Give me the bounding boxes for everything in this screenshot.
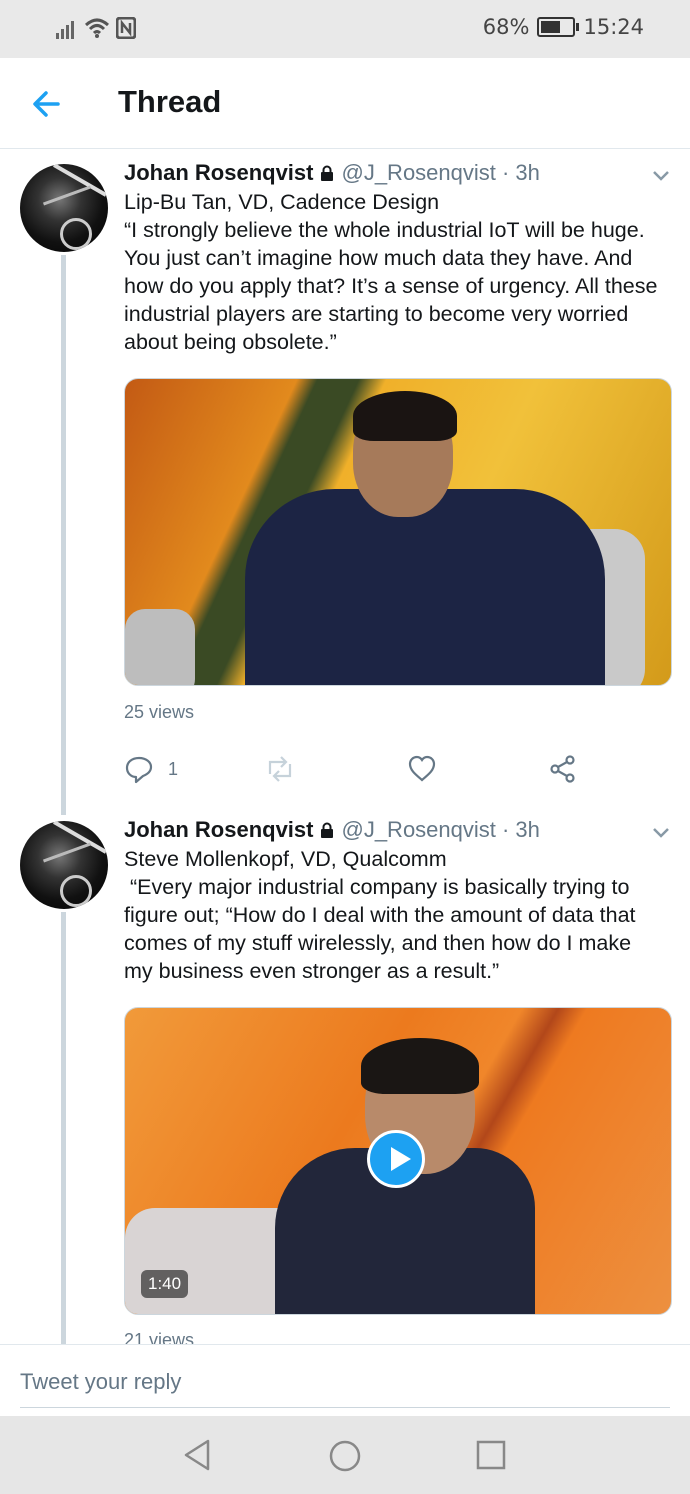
battery-percent: 68%	[482, 15, 530, 39]
reply-count: 1	[168, 758, 179, 779]
author-handle: @J_Rosenqvist · 3h	[341, 817, 540, 842]
clock: 15:24	[583, 15, 644, 39]
status-icons	[56, 17, 136, 39]
play-icon[interactable]	[367, 1130, 425, 1188]
tweet-video[interactable]: 1:40	[124, 1007, 672, 1315]
back-nav-icon[interactable]	[182, 1438, 212, 1472]
tweet-header: Johan Rosenqvist @J_Rosenqvist · 3h	[124, 817, 540, 843]
video-duration: 1:40	[141, 1270, 189, 1298]
reply-input[interactable]: Tweet your reply	[20, 1369, 181, 1395]
avatar[interactable]	[20, 164, 108, 252]
thread-connector	[61, 255, 66, 815]
chevron-down-icon[interactable]	[650, 821, 672, 843]
chevron-down-icon[interactable]	[650, 164, 672, 186]
tweet-actions: 1	[124, 754, 644, 788]
tweet-video[interactable]	[124, 378, 672, 686]
reply-button[interactable]: 1	[124, 754, 178, 784]
status-bar: 68% 15:24	[0, 0, 690, 58]
arrow-left-icon[interactable]	[28, 84, 68, 124]
nfc-icon	[116, 17, 136, 39]
battery-level	[541, 21, 561, 33]
lock-icon	[321, 822, 334, 838]
signal-icon	[56, 21, 74, 39]
wifi-icon	[84, 18, 110, 38]
reply-icon	[125, 756, 153, 784]
app-header: Thread	[0, 58, 690, 149]
share-icon	[550, 755, 575, 783]
like-button[interactable]	[407, 754, 437, 784]
heart-icon	[408, 755, 436, 782]
tweet-text: Steve Mollenkopf, VD, Qualcomm “Every ma…	[124, 847, 636, 983]
author-name[interactable]: Johan Rosenqvist	[124, 160, 313, 186]
tweet-text: Lip-Bu Tan, VD, Cadence Design “I strong…	[124, 190, 658, 354]
share-button[interactable]	[548, 754, 578, 784]
page-title: Thread	[118, 84, 222, 119]
lock-icon	[321, 165, 334, 181]
author-handle: @J_Rosenqvist · 3h	[341, 160, 540, 185]
battery-icon	[537, 17, 580, 37]
tweet-header: Johan Rosenqvist @J_Rosenqvist · 3h	[124, 160, 540, 186]
thread-connector	[61, 912, 66, 1344]
home-nav-icon[interactable]	[328, 1439, 362, 1473]
recents-nav-icon[interactable]	[476, 1440, 506, 1470]
view-count: 25 views	[124, 702, 195, 722]
system-nav-bar	[0, 1416, 690, 1494]
reply-composer[interactable]: Tweet your reply	[0, 1344, 690, 1417]
avatar[interactable]	[20, 821, 108, 909]
retweet-button[interactable]	[264, 754, 296, 784]
author-name[interactable]: Johan Rosenqvist	[124, 817, 313, 843]
retweet-icon	[268, 756, 292, 782]
